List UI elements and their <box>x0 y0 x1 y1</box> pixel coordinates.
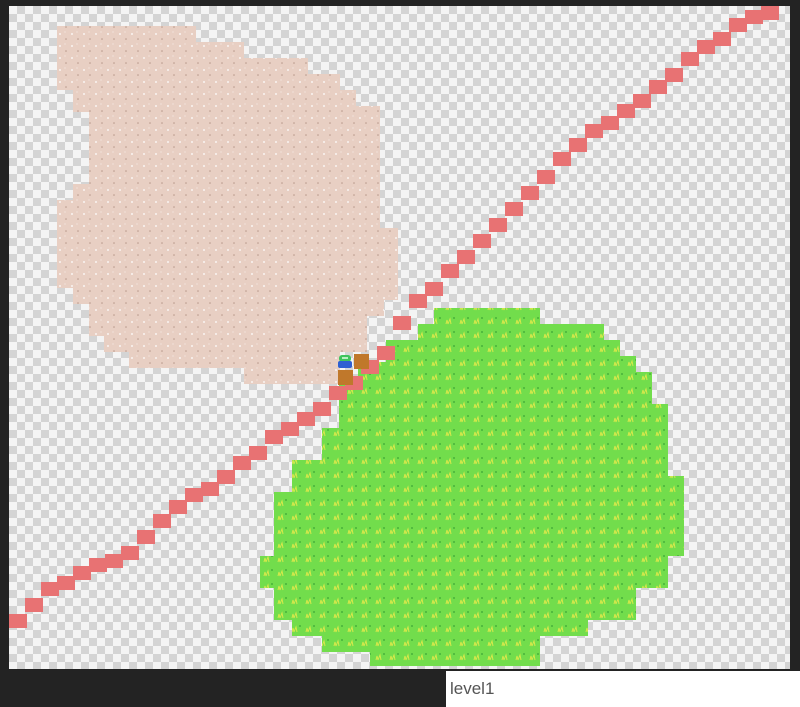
road-tile <box>377 346 395 360</box>
road-tile <box>25 598 43 612</box>
road-tile <box>697 40 715 54</box>
road-tile <box>233 456 251 470</box>
road-tile <box>665 68 683 82</box>
road-tile <box>153 514 171 528</box>
road-tile <box>409 294 427 308</box>
road-tile <box>457 250 475 264</box>
road-tile <box>57 576 75 590</box>
road-tile <box>633 94 651 108</box>
road-tile <box>553 152 571 166</box>
map-canvas[interactable] <box>9 6 790 669</box>
road-tile <box>249 446 267 460</box>
road-tile <box>137 530 155 544</box>
road-tile <box>217 470 235 484</box>
road-tile <box>473 234 491 248</box>
level-name-input[interactable] <box>446 671 800 707</box>
road-tile <box>121 546 139 560</box>
player-sprite[interactable] <box>338 355 352 368</box>
sand-region <box>57 26 398 384</box>
road-tile <box>169 500 187 514</box>
road-tile <box>73 566 91 580</box>
road-tile <box>713 32 731 46</box>
road-tile <box>393 316 411 330</box>
road-tile <box>329 386 347 400</box>
road-tile <box>41 582 59 596</box>
road-tile <box>505 202 523 216</box>
road-tile <box>313 402 331 416</box>
road-tile <box>441 264 459 278</box>
road-tile <box>201 482 219 496</box>
road-tile <box>745 10 763 24</box>
road-tile <box>89 558 107 572</box>
road-tile <box>265 430 283 444</box>
road-tile <box>105 554 123 568</box>
road-tile <box>537 170 555 184</box>
tile-map[interactable] <box>9 6 790 669</box>
road-tile <box>489 218 507 232</box>
road-tile <box>569 138 587 152</box>
road-tile <box>521 186 539 200</box>
road-tile <box>681 52 699 66</box>
road-tile <box>425 282 443 296</box>
road-tile <box>617 104 635 118</box>
road-tile <box>9 614 27 628</box>
road-tile <box>601 116 619 130</box>
road-tile <box>281 422 299 436</box>
road-tile <box>585 124 603 138</box>
road-tile <box>297 412 315 426</box>
road-tile <box>185 488 203 502</box>
road-tile <box>649 80 667 94</box>
road-tile <box>761 6 779 20</box>
road-tile <box>729 18 747 32</box>
